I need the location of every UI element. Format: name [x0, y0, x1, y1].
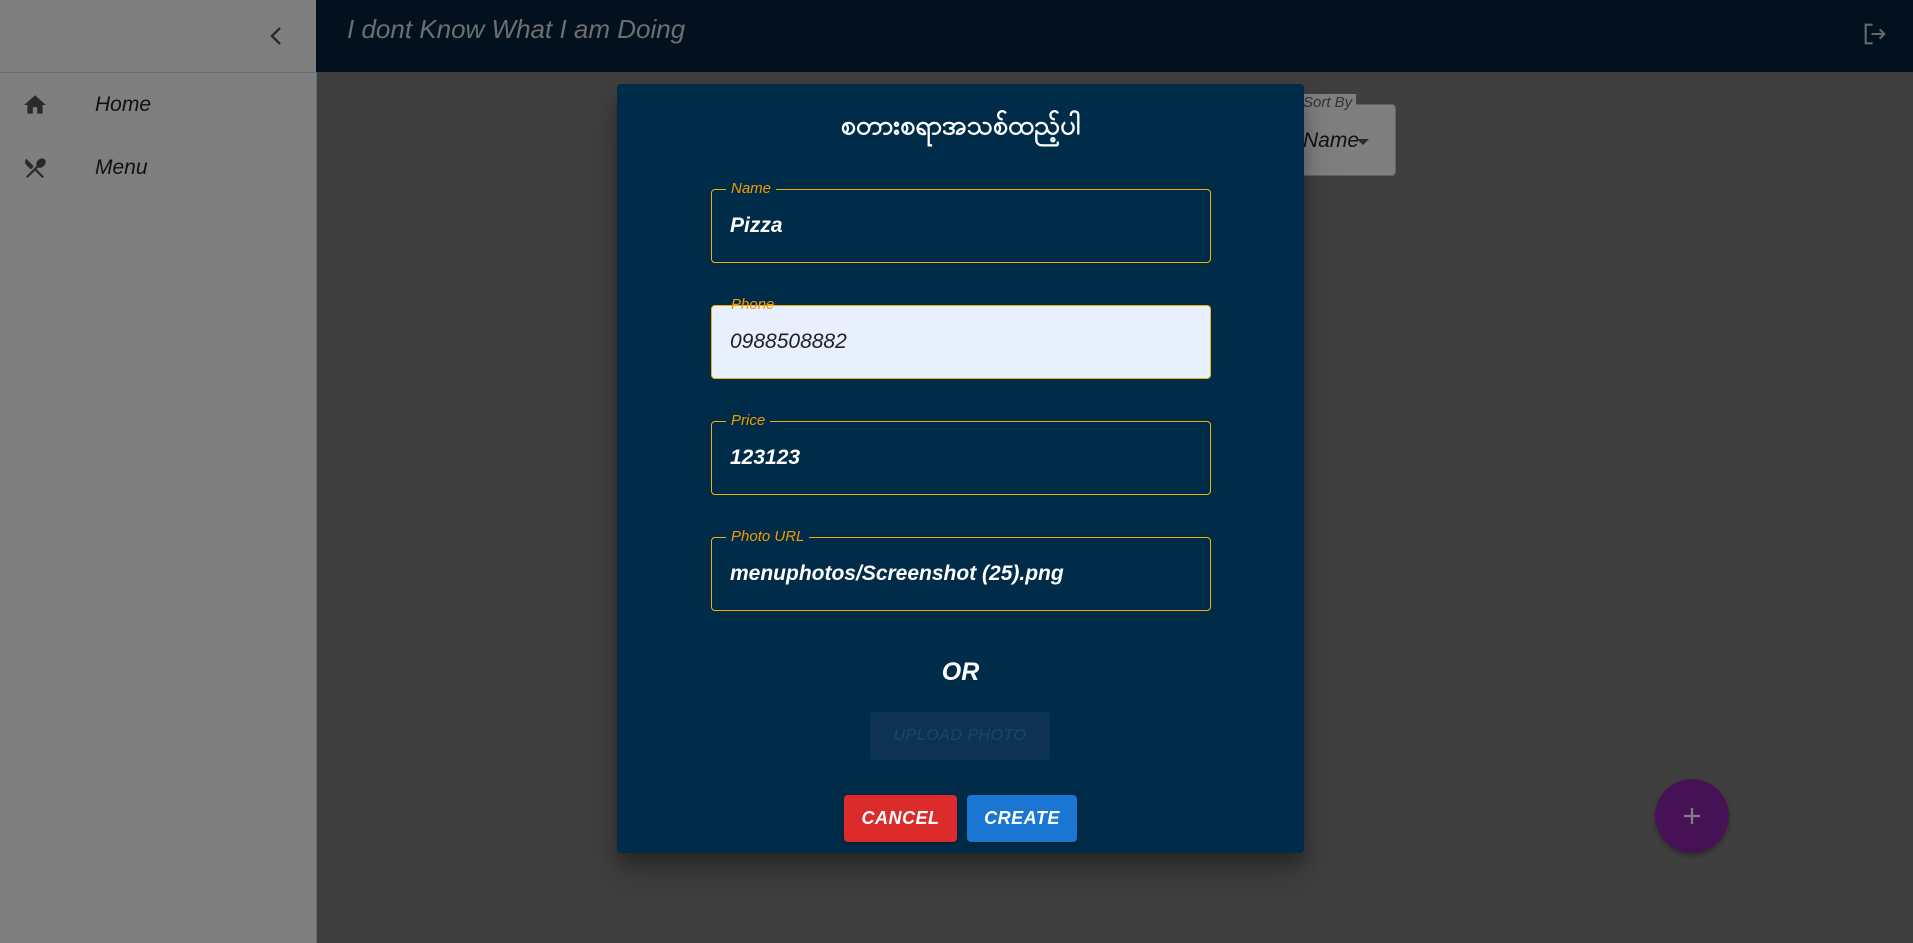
or-separator: OR	[941, 658, 980, 686]
create-button[interactable]: CREATE	[967, 795, 1077, 842]
phone-input[interactable]	[730, 306, 1190, 378]
price-field: Price	[711, 412, 1211, 495]
create-menu-item-dialog: စတားစရာအသစ်ထည့်ပါ Name Phone Price Photo…	[617, 84, 1304, 853]
name-input[interactable]	[730, 190, 1190, 262]
phone-field: Phone	[711, 296, 1211, 379]
price-input[interactable]	[730, 422, 1190, 494]
name-field: Name	[711, 180, 1211, 263]
cancel-button[interactable]: CANCEL	[844, 795, 957, 842]
photo-url-input[interactable]	[730, 538, 1190, 610]
photo-url-field: Photo URL	[711, 528, 1211, 611]
upload-photo-button[interactable]: UPLOAD PHOTO	[870, 712, 1050, 760]
dialog-title: စတားစရာအသစ်ထည့်ပါ	[840, 110, 1081, 140]
